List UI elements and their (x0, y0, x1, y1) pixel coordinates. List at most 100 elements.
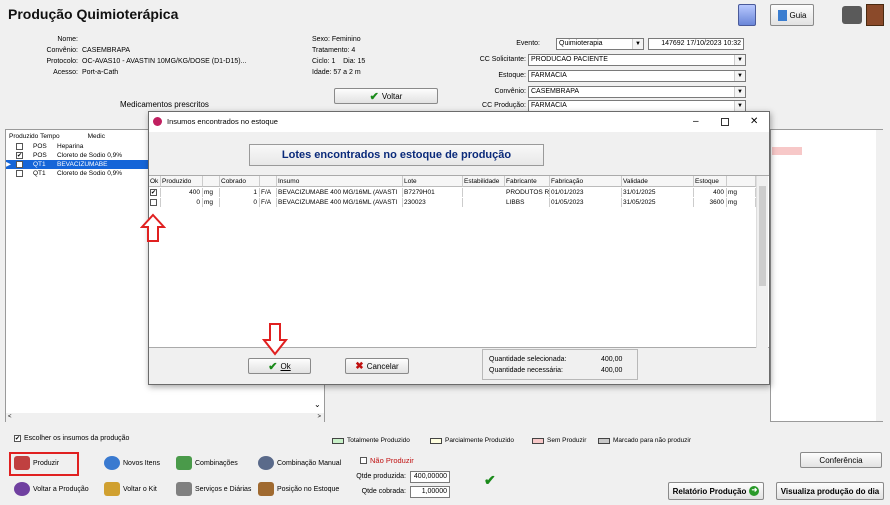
fabricacao-cell: 01/01/2023 (550, 188, 622, 197)
visualiza-producao-button[interactable]: Visualiza produção do dia (776, 482, 884, 500)
estoque-select[interactable]: FARMACIA ▼ (528, 70, 746, 82)
column-header[interactable]: Cobrado (220, 176, 260, 187)
validade-cell: 31/05/2025 (622, 198, 694, 207)
table-row[interactable]: POS Heparina (6, 142, 156, 151)
combinacoes-button[interactable]: Combinações (176, 456, 238, 470)
table-row[interactable]: ✔ POS Cloreto de Sodio 0,9% (6, 151, 156, 160)
column-header[interactable]: Estoque (694, 176, 727, 187)
magnifier-icon (258, 456, 274, 470)
conferencia-button[interactable]: Conferência (800, 452, 882, 468)
voltar-button[interactable]: ✔ Voltar (334, 88, 438, 104)
table-row[interactable]: ✔ 400 mg 1 F/A BEVACIZUMABE 400 MG/16ML (AVAS… (149, 188, 756, 198)
qtde-produzida-field[interactable]: 400,00000 (410, 471, 450, 483)
estoque-cell: 3600 (694, 198, 727, 207)
legend-label: Totalmente Produzido (347, 437, 410, 444)
combinacao-manual-button[interactable]: Combinação Manual (258, 456, 341, 470)
minimize-icon[interactable]: – (693, 112, 699, 132)
novos-itens-button[interactable]: Novos Itens (104, 456, 160, 470)
confirm-checkmark-icon[interactable]: ✔ (484, 472, 496, 489)
ok-label: Ok (280, 361, 291, 371)
convenio-select[interactable]: CASEMBRAPA ▼ (528, 86, 746, 98)
app-icon (153, 117, 162, 126)
cc-producao-label: CC Produção: (482, 102, 526, 109)
un-cell: mg (203, 188, 220, 197)
lote-cell: 230023 (403, 198, 463, 207)
servicos-label: Serviços e Diárias (195, 485, 252, 493)
relatorio-producao-button[interactable]: Relatório Produção ➜ (668, 482, 764, 500)
guia-button[interactable]: Guia (770, 4, 814, 26)
dia: Dia: 15 (343, 58, 366, 65)
escolher-label: Escolher os insumos da produção (24, 435, 130, 442)
table-row[interactable]: ▶ QT1 BEVACIZUMABE (6, 160, 156, 169)
annotation-arrow-down (262, 323, 288, 356)
med-cell: Cloreto de Sodio 0,9% (57, 152, 123, 159)
column-header[interactable]: Ok (149, 176, 161, 187)
checkmark-icon: ✔ (369, 90, 379, 103)
dialog-banner: Lotes encontrados no estoque de produção (249, 144, 544, 166)
column-header[interactable] (260, 176, 277, 187)
ok-checkbox[interactable] (149, 198, 161, 207)
produzir-button[interactable]: Produzir (14, 456, 59, 470)
nao-produzir-checkbox[interactable] (360, 457, 367, 464)
table-row[interactable]: 0 mg 0 F/A BEVACIZUMABE 400 MG/16ML (AVASTI 2… (149, 198, 756, 208)
un2-cell: F/A (260, 188, 277, 197)
escolher-row[interactable]: ✔ Escolher os insumos da produção (14, 435, 129, 442)
produzido-checkbox[interactable] (16, 160, 23, 168)
column-header[interactable]: Insumo (277, 176, 403, 187)
column-header[interactable]: Validade (622, 176, 694, 187)
cancelar-button[interactable]: ✖ Cancelar (345, 358, 409, 374)
posicao-estoque-button[interactable]: Posição no Estoque (258, 482, 339, 496)
grid-vscroll-down[interactable]: ⌄ (314, 400, 321, 409)
nao-produzir-row[interactable]: Não Produzir (360, 456, 414, 465)
right-scrollbar[interactable] (876, 130, 883, 421)
header-tempo: Tempo (40, 133, 60, 140)
convenio-label: Convênio: (46, 47, 78, 54)
header-medic: Medic (87, 133, 105, 140)
table-row[interactable]: QT1 Cloreto de Sodio 0,9% (6, 169, 156, 178)
produzido-checkbox[interactable] (16, 142, 23, 150)
qtde-cobrada-field[interactable]: 1,00000 (410, 486, 450, 498)
cc-solicitante-label: CC Solicitante: (479, 56, 526, 63)
voltar-kit-button[interactable]: Voltar o Kit (104, 482, 157, 496)
ok-check[interactable] (150, 198, 157, 206)
exit-door-icon[interactable] (866, 4, 884, 26)
column-header[interactable]: Produzido (161, 176, 203, 187)
cc-solicitante-select[interactable]: PRODUCAO PACIENTE ▼ (528, 54, 746, 66)
calculator-icon[interactable] (738, 4, 756, 26)
produzido-checkbox[interactable]: ✔ (16, 151, 23, 159)
servicos-button[interactable]: Serviços e Diárias (176, 482, 251, 496)
grid-hscroll[interactable]: < > (6, 413, 324, 422)
nome-label: Nome: (57, 36, 78, 43)
column-header[interactable]: Estabilidade (463, 176, 505, 187)
voltar-producao-button[interactable]: Voltar a Produção (14, 482, 89, 496)
column-header[interactable]: Fabricante (505, 176, 550, 187)
tempo-cell: POS (33, 143, 47, 150)
voltar-kit-label: Voltar o Kit (123, 485, 157, 493)
close-icon[interactable]: ✕ (750, 112, 758, 132)
produzido-checkbox[interactable] (16, 169, 23, 177)
ciclo: Ciclo: 1 (312, 58, 336, 65)
maximize-icon[interactable] (721, 118, 729, 126)
right-grid (770, 129, 883, 422)
fabricacao-cell: 01/05/2023 (550, 198, 622, 207)
evento-select[interactable]: Quimioterapia ▼ (556, 38, 644, 50)
med-cell: BEVACIZUMABE (57, 161, 108, 168)
ok-check[interactable]: ✔ (150, 188, 157, 196)
column-header[interactable] (203, 176, 220, 187)
protocolo-value: OC-AVAS10 - AVASTIN 10MG/KG/DOSE (D1-D15… (82, 58, 247, 65)
printer-icon[interactable] (842, 6, 862, 24)
dialog-title: Insumos encontrados no estoque (167, 117, 278, 126)
escolher-checkbox[interactable]: ✔ (14, 435, 21, 442)
tempo-cell: POS (33, 152, 47, 159)
cc-producao-value: FARMACIA (531, 102, 567, 109)
ok-button[interactable]: ✔ Ok (248, 358, 311, 374)
column-header[interactable]: Fabricação (550, 176, 622, 187)
document-icon (777, 9, 787, 21)
evento-value: Quimioterapia (559, 40, 603, 47)
guia-label: Guia (789, 10, 807, 20)
evento-num: 147692 (661, 40, 685, 47)
table-vscroll[interactable] (756, 176, 768, 348)
column-header[interactable]: Lote (403, 176, 463, 187)
ok-checkbox[interactable]: ✔ (149, 188, 161, 197)
column-header[interactable] (727, 176, 756, 187)
